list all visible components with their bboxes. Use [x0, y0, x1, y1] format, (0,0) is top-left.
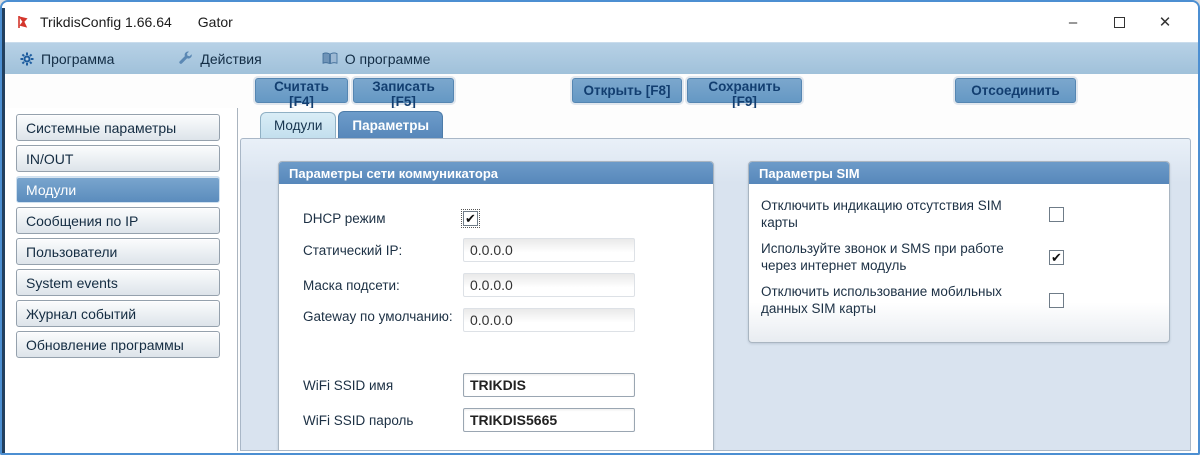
book-icon: [322, 52, 338, 65]
tab-bar: Модули Параметры: [238, 108, 1196, 138]
sim-group-body: Отключить индикацию отсутствия SIM карты…: [749, 184, 1169, 317]
wifi-ssid-password-input[interactable]: [463, 408, 635, 432]
app-logo-icon: [16, 15, 30, 29]
static-ip-input[interactable]: [463, 238, 635, 262]
read-button[interactable]: Считать [F4]: [255, 78, 348, 103]
network-parameters-group: Параметры сети коммуникатора DHCP режим …: [278, 161, 714, 451]
gateway-input[interactable]: [463, 308, 635, 332]
sidebar-item-system-parameters[interactable]: Системные параметры: [16, 114, 220, 141]
sidebar-item-users[interactable]: Пользователи: [16, 238, 220, 265]
sim-call-sms-internet-label: Используйте звонок и SMS при работе чере…: [761, 241, 1033, 274]
dhcp-checkbox[interactable]: [463, 211, 478, 226]
device-name: Gator: [198, 14, 233, 30]
main-panel: Модули Параметры Параметры сети коммуник…: [238, 108, 1196, 451]
menu-about-label: О программе: [345, 51, 431, 67]
maximize-button[interactable]: [1096, 3, 1142, 41]
sim-no-card-indication-checkbox[interactable]: [1049, 207, 1064, 222]
sidebar-item-system-events[interactable]: System events: [16, 269, 220, 296]
sim-disable-mobile-data-checkbox[interactable]: [1049, 293, 1064, 308]
static-ip-label: Статический IP:: [303, 242, 463, 259]
sidebar-item-modules[interactable]: Модули: [16, 176, 220, 203]
maximize-icon: [1114, 17, 1125, 28]
sidebar-item-event-log[interactable]: Журнал событий: [16, 300, 220, 327]
title-bar: TrikdisConfig 1.66.64 Gator – ✕: [2, 2, 1198, 42]
sidebar-item-ip-messages[interactable]: Сообщения по IP: [16, 207, 220, 234]
sim-parameters-group: Параметры SIM Отключить индикацию отсутс…: [748, 161, 1170, 343]
sim-group-header: Параметры SIM: [749, 162, 1169, 184]
gateway-label: Gateway по умолчанию:: [303, 308, 463, 325]
wifi-ssid-name-input[interactable]: [463, 373, 635, 397]
wifi-ssid-name-label: WiFi SSID имя: [303, 377, 463, 394]
gear-icon: [20, 52, 34, 66]
sidebar-item-firmware-update[interactable]: Обновление программы: [16, 331, 220, 358]
open-button[interactable]: Открыть [F8]: [572, 78, 682, 103]
menu-actions-label: Действия: [200, 51, 261, 67]
window-title: TrikdisConfig 1.66.64: [40, 14, 172, 30]
subnet-mask-row: Маска подсети:: [303, 273, 713, 297]
tab-parameters[interactable]: Параметры: [338, 111, 443, 138]
app-window: TrikdisConfig 1.66.64 Gator – ✕ Программ…: [0, 0, 1200, 455]
menu-program[interactable]: Программа: [10, 43, 124, 74]
minimize-button[interactable]: –: [1050, 3, 1096, 41]
sim-disable-mobile-data-label: Отключить использование мобильных данных…: [761, 284, 1033, 317]
sim-no-card-indication-label: Отключить индикацию отсутствия SIM карты: [761, 198, 1033, 231]
static-ip-row: Статический IP:: [303, 238, 713, 262]
network-group-body: DHCP режим Статический IP: Маска подсети…: [279, 184, 713, 432]
subnet-mask-label: Маска подсети:: [303, 277, 463, 294]
sim-option-row: Отключить использование мобильных данных…: [761, 284, 1157, 317]
wrench-icon: [178, 51, 193, 66]
save-button[interactable]: Сохранить [F9]: [687, 78, 802, 103]
sim-option-row: Отключить индикацию отсутствия SIM карты: [761, 198, 1157, 231]
wifi-ssid-password-row: WiFi SSID пароль: [303, 408, 713, 432]
menu-actions[interactable]: Действия: [168, 43, 271, 74]
sim-option-row: Используйте звонок и SMS при работе чере…: [761, 241, 1157, 274]
sidebar: Системные параметры IN/OUT Модули Сообще…: [4, 108, 238, 451]
disconnect-button[interactable]: Отсоединить: [955, 78, 1076, 103]
network-group-header: Параметры сети коммуникатора: [279, 162, 713, 184]
wifi-ssid-password-label: WiFi SSID пароль: [303, 412, 463, 429]
tab-modules[interactable]: Модули: [260, 112, 336, 138]
close-button[interactable]: ✕: [1142, 3, 1188, 41]
menu-program-label: Программа: [41, 51, 114, 67]
wifi-ssid-name-row: WiFi SSID имя: [303, 373, 713, 397]
sidebar-item-in-out[interactable]: IN/OUT: [16, 145, 220, 172]
client-area: Системные параметры IN/OUT Модули Сообще…: [4, 108, 1196, 451]
menu-bar: Программа Действия О программе: [2, 42, 1198, 74]
sim-call-sms-internet-checkbox[interactable]: [1049, 250, 1064, 265]
subnet-mask-input[interactable]: [463, 273, 635, 297]
menu-about[interactable]: О программе: [312, 43, 441, 74]
dhcp-label: DHCP режим: [303, 210, 463, 227]
window-controls: – ✕: [1050, 2, 1188, 42]
parameters-tab-panel: Параметры сети коммуникатора DHCP режим …: [240, 138, 1191, 451]
write-button[interactable]: Записать [F5]: [353, 78, 454, 103]
spacer: [303, 343, 713, 373]
toolbar: Считать [F4] Записать [F5] Открыть [F8] …: [2, 74, 1198, 108]
gateway-row: Gateway по умолчанию:: [303, 308, 713, 332]
dhcp-row: DHCP режим: [303, 210, 713, 227]
